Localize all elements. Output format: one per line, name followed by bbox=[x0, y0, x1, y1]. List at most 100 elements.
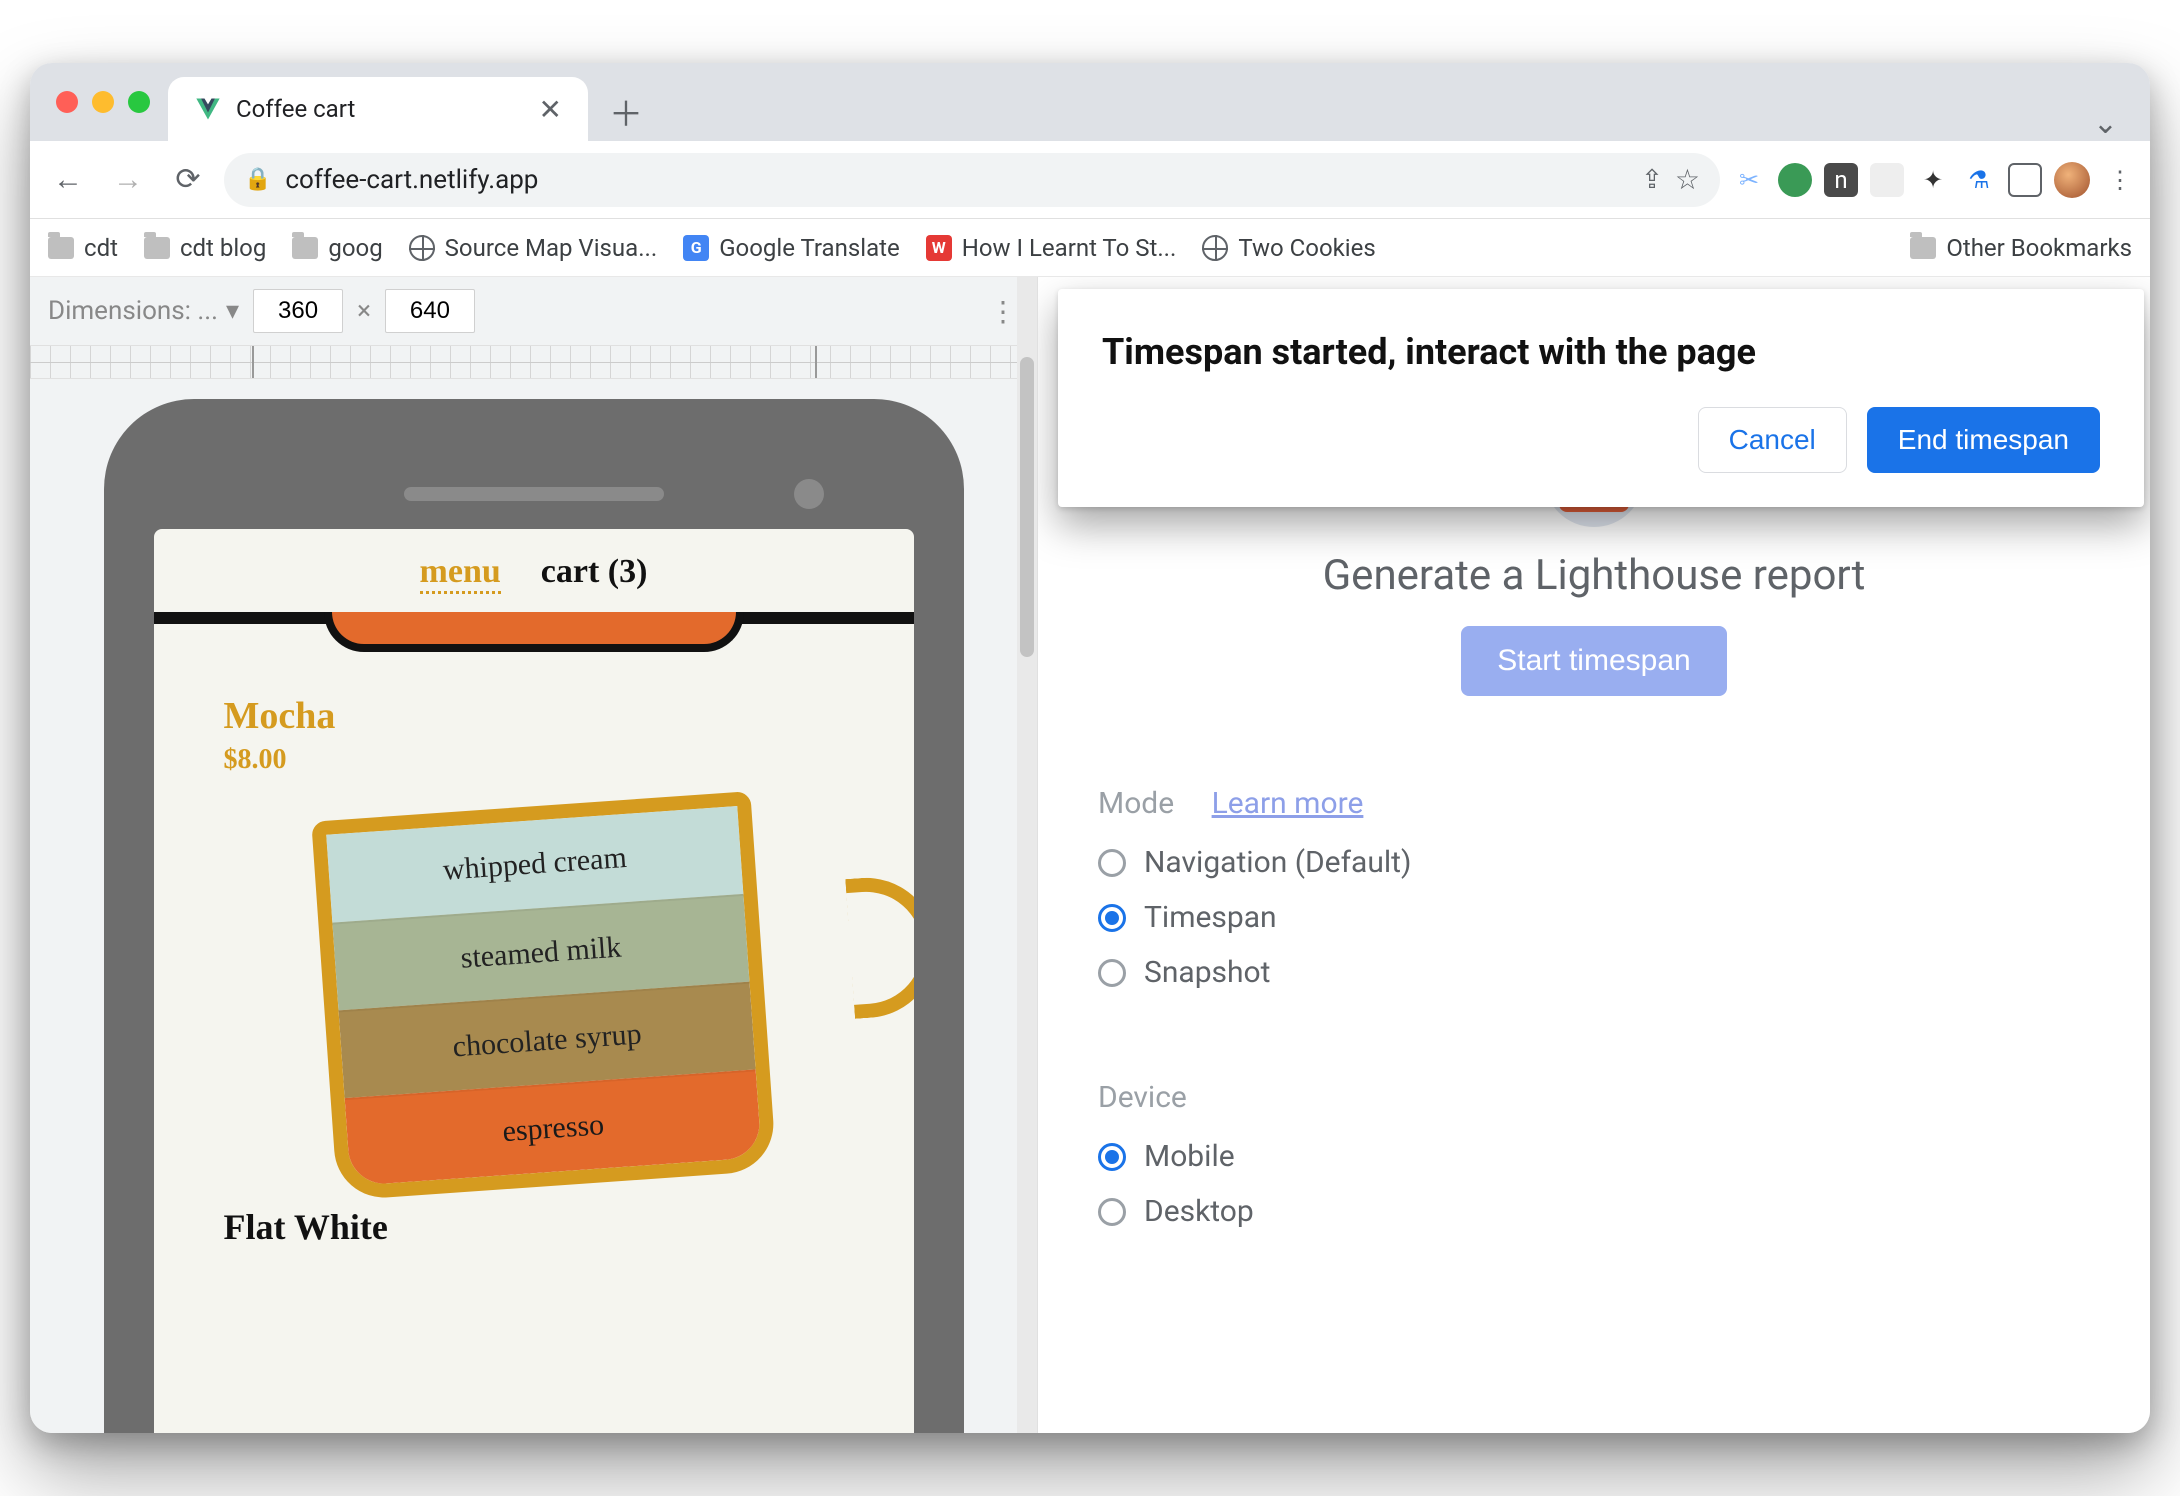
nav-menu-link[interactable]: menu bbox=[420, 553, 501, 594]
mode-radio-snapshot[interactable]: Snapshot bbox=[1098, 955, 2090, 990]
phone-top bbox=[154, 459, 914, 529]
panel-ext-icon[interactable] bbox=[2008, 163, 2042, 197]
height-input[interactable] bbox=[385, 289, 475, 333]
bookmark-item[interactable]: goog bbox=[292, 234, 382, 262]
reload-button[interactable]: ⟳ bbox=[164, 156, 212, 204]
bookmark-label: Google Translate bbox=[719, 234, 900, 262]
address-bar[interactable]: 🔒 coffee-cart.netlify.app ⇪ ☆ bbox=[224, 153, 1720, 207]
cancel-button[interactable]: Cancel bbox=[1698, 407, 1847, 473]
timespan-modal: Timespan started, interact with the page… bbox=[1058, 289, 2144, 507]
mode-label: Mode bbox=[1098, 786, 1174, 821]
cup-graphic[interactable]: whipped cream steamed milk chocolate syr… bbox=[224, 806, 864, 1186]
device-emulation-pane: Dimensions: ... ▾ × ⋮ bbox=[30, 277, 1038, 1433]
tabstrip: Coffee cart ✕ ＋ ⌄ bbox=[30, 63, 2150, 141]
radio-label: Snapshot bbox=[1144, 955, 1270, 990]
phone-frame: menu cart (3) Mocha $8.00 whipped cream bbox=[104, 399, 964, 1433]
omnibox-actions: ⇪ ☆ bbox=[1641, 163, 1700, 196]
bookmark-item[interactable]: G Google Translate bbox=[683, 234, 900, 262]
vue-favicon-icon bbox=[194, 95, 222, 123]
forward-button[interactable]: → bbox=[104, 156, 152, 204]
radio-label: Navigation (Default) bbox=[1144, 845, 1411, 880]
chrome-menu-icon[interactable]: ⋮ bbox=[2102, 163, 2136, 197]
modal-actions: Cancel End timespan bbox=[1102, 407, 2100, 473]
speaker-icon bbox=[404, 487, 664, 501]
close-window-icon[interactable] bbox=[56, 91, 78, 113]
mode-radio-timespan[interactable]: Timespan bbox=[1098, 900, 2090, 935]
devtools-lighthouse-panel: Generate a Lighthouse report Start times… bbox=[1038, 277, 2150, 1433]
profile-avatar[interactable] bbox=[2054, 162, 2090, 198]
start-timespan-button[interactable]: Start timespan bbox=[1461, 626, 1726, 696]
device-section-label: Device bbox=[1098, 1080, 2090, 1115]
folder-icon bbox=[1910, 237, 1936, 259]
bookmark-item[interactable]: cdt bbox=[48, 234, 118, 262]
mode-radio-list: Navigation (Default) Timespan Snapshot bbox=[1098, 845, 2090, 990]
radio-icon bbox=[1098, 959, 1126, 987]
end-timespan-button[interactable]: End timespan bbox=[1867, 407, 2100, 473]
width-input[interactable] bbox=[253, 289, 343, 333]
new-tab-button[interactable]: ＋ bbox=[596, 81, 656, 141]
device-menu-icon[interactable]: ⋮ bbox=[989, 295, 1019, 328]
dimensions-label: Dimensions: ... bbox=[48, 296, 218, 326]
ruler bbox=[30, 345, 1037, 379]
bookmark-item[interactable]: Source Map Visua... bbox=[409, 234, 658, 262]
folder-icon bbox=[292, 237, 318, 259]
learn-more-link[interactable]: Learn more bbox=[1212, 786, 1364, 821]
bookmark-label: How I Learnt To St... bbox=[962, 234, 1177, 262]
scissors-ext-icon[interactable]: ✂︎ bbox=[1732, 163, 1766, 197]
url-text: coffee-cart.netlify.app bbox=[285, 165, 538, 195]
bookmark-label: Source Map Visua... bbox=[445, 234, 658, 262]
radio-icon bbox=[1098, 849, 1126, 877]
device-radio-desktop[interactable]: Desktop bbox=[1098, 1194, 2090, 1229]
radio-icon bbox=[1098, 904, 1126, 932]
bookmark-star-icon[interactable]: ☆ bbox=[1675, 163, 1700, 196]
dimensions-dropdown[interactable]: Dimensions: ... ▾ bbox=[48, 296, 239, 326]
device-frame-wrap: menu cart (3) Mocha $8.00 whipped cream bbox=[30, 379, 1037, 1433]
browser-tab[interactable]: Coffee cart ✕ bbox=[168, 77, 588, 141]
cup-body: whipped cream steamed milk chocolate syr… bbox=[311, 791, 776, 1201]
puzzle-ext-icon[interactable]: ✦ bbox=[1916, 163, 1950, 197]
camera-icon bbox=[794, 479, 824, 509]
product-card: Mocha $8.00 whipped cream steamed milk c… bbox=[154, 624, 914, 1186]
bookmark-label: goog bbox=[328, 234, 382, 262]
device-radio-list: Mobile Desktop bbox=[1098, 1139, 2090, 1229]
content-area: Dimensions: ... ▾ × ⋮ bbox=[30, 277, 2150, 1433]
radio-label: Mobile bbox=[1144, 1139, 1235, 1174]
fullscreen-window-icon[interactable] bbox=[128, 91, 150, 113]
chevron-down-icon: ▾ bbox=[226, 296, 239, 326]
modal-heading: Timespan started, interact with the page bbox=[1102, 331, 2100, 373]
back-button[interactable]: ← bbox=[44, 156, 92, 204]
translate-icon: G bbox=[683, 235, 709, 261]
product-price: $8.00 bbox=[224, 744, 864, 776]
grey-ext-icon[interactable] bbox=[1870, 163, 1904, 197]
mode-section-label: Mode Learn more bbox=[1098, 786, 2090, 821]
device-radio-mobile[interactable]: Mobile bbox=[1098, 1139, 2090, 1174]
green-ext-icon[interactable] bbox=[1778, 163, 1812, 197]
next-product-name: Flat White bbox=[154, 1186, 914, 1248]
share-icon[interactable]: ⇪ bbox=[1641, 165, 1663, 195]
other-bookmarks[interactable]: Other Bookmarks bbox=[1910, 234, 2132, 262]
folder-icon bbox=[48, 237, 74, 259]
mode-radio-navigation[interactable]: Navigation (Default) bbox=[1098, 845, 2090, 880]
n-ext-icon[interactable]: n bbox=[1824, 163, 1858, 197]
close-tab-icon[interactable]: ✕ bbox=[539, 93, 562, 126]
app-nav: menu cart (3) bbox=[154, 529, 914, 606]
lock-icon: 🔒 bbox=[244, 167, 271, 192]
tabs-dropdown-icon[interactable]: ⌄ bbox=[2093, 106, 2132, 141]
bookmark-item[interactable]: WHow I Learnt To St... bbox=[926, 234, 1177, 262]
nav-cart-link[interactable]: cart (3) bbox=[541, 553, 648, 594]
bookmark-item[interactable]: cdt blog bbox=[144, 234, 266, 262]
tab-title: Coffee cart bbox=[236, 95, 355, 123]
bookmark-label: Two Cookies bbox=[1238, 234, 1375, 262]
scrollbar-thumb[interactable] bbox=[1020, 357, 1034, 657]
radio-label: Desktop bbox=[1144, 1194, 1254, 1229]
bookmark-label: cdt bbox=[84, 234, 118, 262]
product-name: Mocha bbox=[224, 694, 864, 738]
globe-icon bbox=[1202, 235, 1228, 261]
minimize-window-icon[interactable] bbox=[92, 91, 114, 113]
app-divider bbox=[154, 612, 914, 624]
scrollbar[interactable] bbox=[1017, 277, 1037, 1433]
labs-ext-icon[interactable]: ⚗︎ bbox=[1962, 163, 1996, 197]
device-toolbar: Dimensions: ... ▾ × ⋮ bbox=[30, 277, 1037, 345]
bookmark-item[interactable]: Two Cookies bbox=[1202, 234, 1375, 262]
radio-label: Timespan bbox=[1144, 900, 1277, 935]
